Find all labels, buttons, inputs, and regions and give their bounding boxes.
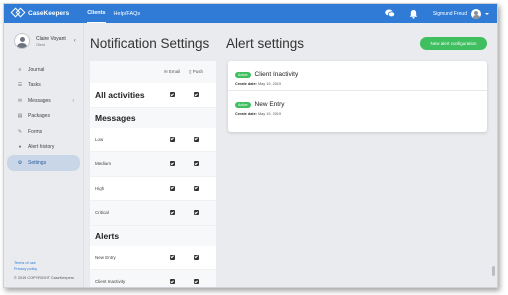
section-header: Messages xyxy=(90,107,216,128)
row-label: Medium xyxy=(95,161,112,167)
all-email-checkbox[interactable] xyxy=(169,92,175,98)
alert-history-icon: ● xyxy=(18,144,22,151)
new-alert-configuration-button[interactable]: New alert configuration xyxy=(420,37,487,50)
status-badge: Active xyxy=(235,71,251,78)
sidebar-item-label: Tasks xyxy=(28,82,41,89)
email-checkbox[interactable] xyxy=(169,254,175,260)
push-column-header: ▯ Push xyxy=(189,69,203,74)
nav-help-faqs[interactable]: Help/FAQs xyxy=(114,4,141,23)
sidebar-footer: Terms of use Privacy policy © 2019 COPYR… xyxy=(14,260,74,281)
row-label: New Entry xyxy=(95,254,116,260)
sidebar-item-label: Packages xyxy=(28,113,50,120)
push-checkbox[interactable] xyxy=(193,136,199,142)
user-avatar[interactable] xyxy=(471,8,481,19)
alert-settings-title: Alert settings xyxy=(226,36,305,51)
email-checkbox[interactable] xyxy=(169,279,175,285)
profile-role: Client xyxy=(36,42,45,47)
table-row: High xyxy=(90,177,216,201)
all-push-checkbox[interactable] xyxy=(193,92,199,98)
sidebar-item-settings[interactable]: ⚙ Settings xyxy=(7,155,80,171)
notification-settings-title: Notification Settings xyxy=(90,36,210,51)
push-checkbox[interactable] xyxy=(193,161,199,167)
chevron-down-icon[interactable] xyxy=(485,12,489,15)
email-checkbox[interactable] xyxy=(169,161,175,167)
sidebar-item-label: Settings xyxy=(28,159,47,166)
top-right-tools: Sigmund Freud xyxy=(385,8,489,19)
row-label: All activities xyxy=(95,89,145,100)
email-checkbox[interactable] xyxy=(169,210,175,216)
email-checkbox[interactable] xyxy=(169,185,175,191)
nav-clients[interactable]: Clients xyxy=(87,4,106,23)
scrollbar[interactable] xyxy=(492,266,495,276)
table-row: New Entry xyxy=(90,246,216,270)
user-name[interactable]: Sigmund Freud xyxy=(433,11,467,17)
sidebar-item-messages[interactable]: ✉ Messages ‹ xyxy=(7,93,80,109)
tasks-icon: ☰ xyxy=(17,82,23,89)
chat-icon[interactable] xyxy=(385,9,395,19)
all-activities-row: All activities xyxy=(90,83,216,108)
section-header: Alerts xyxy=(90,225,216,246)
app-window: CaseKeepers Clients Help/FAQs Sigmund Fr… xyxy=(3,3,498,288)
row-label: Client Inactivity xyxy=(95,279,126,285)
avatar xyxy=(14,33,30,49)
push-checkbox[interactable] xyxy=(193,210,199,216)
push-checkbox[interactable] xyxy=(193,279,199,285)
table-row: Critical xyxy=(90,201,216,226)
table-row: Client Inactivity xyxy=(90,270,216,287)
alert-name: Client Inactivity xyxy=(254,71,299,78)
sidebar-item-label: Journal xyxy=(28,66,45,73)
sidebar-item-label: Forms xyxy=(28,128,43,135)
sidebar-item-alert-history[interactable]: ● Alert history xyxy=(7,140,80,156)
profile-name: Claire Voyant xyxy=(36,35,66,42)
push-checkbox[interactable] xyxy=(193,185,199,191)
status-badge: Active xyxy=(235,101,251,108)
email-column-header: ✉ Email xyxy=(163,69,181,74)
copyright: © 2019 COPYRIGHT CaseKeepers xyxy=(14,276,74,280)
alert-name: New Entry xyxy=(254,101,285,108)
row-label: High xyxy=(95,185,105,191)
sidebar-item-journal[interactable]: ≡ Journal xyxy=(7,62,80,78)
sidebar-menu: ≡ Journal ☰ Tasks ✉ Messages ‹ ▤ Package… xyxy=(4,62,83,171)
section-title: Alerts xyxy=(95,230,120,241)
alert-date: Create date: May 19, 2019 xyxy=(235,112,282,116)
sidebar-item-label: Messages xyxy=(28,97,51,104)
brand-logo[interactable]: CaseKeepers xyxy=(10,7,70,18)
logo-icon xyxy=(10,7,26,18)
collapse-sidebar-icon[interactable]: ‹ xyxy=(74,38,76,44)
packages-icon: ▤ xyxy=(17,113,23,120)
privacy-link[interactable]: Privacy policy xyxy=(14,266,74,272)
sidebar-item-forms[interactable]: ✎ Forms xyxy=(7,124,80,140)
gear-icon: ⚙ xyxy=(17,159,23,166)
sidebar: Claire Voyant Client ‹ ≡ Journal ☰ Tasks… xyxy=(4,23,84,287)
client-profile: Claire Voyant Client ‹ xyxy=(4,23,83,49)
sidebar-item-label: Alert history xyxy=(28,144,55,151)
top-nav: Clients Help/FAQs xyxy=(87,4,148,23)
forms-icon: ✎ xyxy=(17,128,23,135)
row-label: Critical xyxy=(95,210,109,216)
notification-settings-card: ✉ Email ▯ Push All activities Messages L… xyxy=(90,61,216,287)
table-row: Medium xyxy=(90,152,216,177)
notification-columns-header: ✉ Email ▯ Push xyxy=(90,61,216,83)
bell-icon[interactable] xyxy=(409,9,419,19)
alert-date: Create date: May 19, 2019 xyxy=(235,82,282,86)
brand-name: CaseKeepers xyxy=(28,10,70,17)
table-row: Low xyxy=(90,128,216,152)
row-label: Low xyxy=(95,136,104,142)
expand-arrow-icon[interactable]: ‹ xyxy=(72,98,74,104)
push-checkbox[interactable] xyxy=(193,254,199,260)
email-checkbox[interactable] xyxy=(169,136,175,142)
messages-icon: ✉ xyxy=(17,97,23,104)
sidebar-item-packages[interactable]: ▤ Packages xyxy=(7,109,80,125)
alert-list-card: Active Client Inactivity Create date: Ma… xyxy=(228,61,487,132)
top-bar: CaseKeepers Clients Help/FAQs Sigmund Fr… xyxy=(4,4,497,23)
section-title: Messages xyxy=(95,112,136,123)
list-item[interactable]: Active New Entry Create date: May 19, 20… xyxy=(228,90,487,119)
journal-icon: ≡ xyxy=(18,66,22,73)
sidebar-item-tasks[interactable]: ☰ Tasks xyxy=(7,78,80,94)
list-item[interactable]: Active Client Inactivity Create date: Ma… xyxy=(228,61,487,90)
